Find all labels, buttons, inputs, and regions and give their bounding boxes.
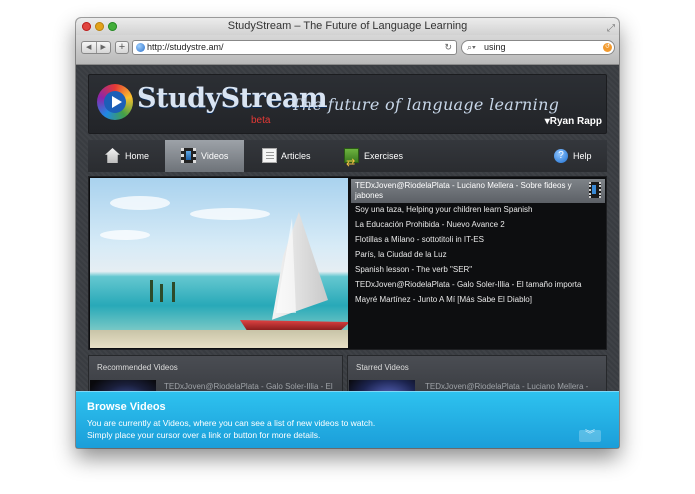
back-forward-buttons: ◀ ▶: [81, 41, 111, 54]
globe-icon: [136, 43, 145, 52]
url-field[interactable]: http://studystre.am/ ↻: [132, 40, 457, 55]
search-icon: ⌕▾: [467, 42, 476, 52]
chevron-down-icon[interactable]: ︾: [579, 430, 601, 442]
film-icon: [589, 182, 601, 198]
playlist-item[interactable]: Spanish lesson - The verb "SER": [351, 265, 605, 275]
nav-articles[interactable]: Articles: [248, 140, 324, 172]
url-text: http://studystre.am/: [147, 42, 224, 52]
nav-videos[interactable]: Videos: [165, 140, 244, 172]
play-logo-icon[interactable]: [97, 84, 133, 120]
search-value: using: [484, 42, 506, 52]
browser-toolbar: ◀ ▶ + http://studystre.am/ ↻ ⌕▾ using ↺: [76, 35, 619, 65]
nav-exercises[interactable]: Exercises: [334, 140, 424, 179]
help-icon: ?: [554, 149, 568, 163]
forward-icon[interactable]: ▶: [95, 42, 111, 53]
video-player[interactable]: [90, 178, 348, 348]
main-nav: Home Videos Articles Exercises ? Help: [88, 140, 607, 179]
browser-window: StudyStream – The Future of Language Lea…: [76, 18, 619, 448]
film-icon: [181, 148, 196, 163]
maximize-window-button[interactable]: [108, 22, 117, 31]
document-icon: [262, 148, 277, 163]
video-area: TEDxJoven@RiodelaPlata - Luciano Mellera…: [88, 176, 607, 350]
close-window-button[interactable]: [82, 22, 91, 31]
window-title: StudyStream – The Future of Language Lea…: [227, 20, 468, 32]
tooltip-title: Browse Videos: [87, 401, 166, 413]
site-header: StudyStream beta The future of language …: [88, 74, 607, 134]
playlist-item[interactable]: Flotillas a Milano - sottotitoli in IT-E…: [351, 235, 605, 245]
back-icon[interactable]: ◀: [82, 42, 96, 53]
playlist-item[interactable]: Mayré Martínez - Junto A Mí [Más Sabe El…: [351, 295, 605, 305]
playlist-item[interactable]: La Educación Prohibida - Nuevo Avance 2: [351, 220, 605, 230]
exercise-icon: [344, 147, 359, 179]
add-bookmark-button[interactable]: +: [115, 41, 129, 54]
page-content: StudyStream beta The future of language …: [76, 66, 619, 448]
snapback-icon[interactable]: ↺: [603, 43, 612, 52]
help-tooltip-panel: Browse Videos You are currently at Video…: [76, 391, 619, 448]
playlist-item[interactable]: TEDxJoven@RiodelaPlata - Galo Soler-Illi…: [351, 280, 605, 290]
minimize-window-button[interactable]: [95, 22, 104, 31]
video-playlist: TEDxJoven@RiodelaPlata - Luciano Mellera…: [349, 177, 607, 349]
playlist-item[interactable]: Soy una taza, Helping your children lear…: [351, 205, 605, 215]
tooltip-line: Simply place your cursor over a link or …: [87, 430, 321, 440]
home-icon: [105, 148, 120, 163]
playlist-item[interactable]: TEDxJoven@RiodelaPlata - Luciano Mellera…: [351, 179, 605, 203]
user-menu[interactable]: ▾Ryan Rapp: [545, 116, 602, 127]
tagline: The future of language learning: [291, 95, 560, 114]
starred-title: Starred Videos: [356, 363, 409, 372]
playlist-item[interactable]: París, la Ciudad de la Luz: [351, 250, 605, 260]
reload-icon[interactable]: ↻: [444, 41, 452, 54]
recommended-title: Recommended Videos: [97, 363, 178, 372]
title-bar: StudyStream – The Future of Language Lea…: [76, 18, 619, 35]
nav-home[interactable]: Home: [95, 140, 165, 172]
search-input[interactable]: ⌕▾ using ↺: [461, 40, 615, 55]
nav-help[interactable]: ? Help: [548, 140, 598, 172]
tooltip-line: You are currently at Videos, where you c…: [87, 418, 376, 428]
beta-label: beta: [251, 115, 271, 126]
